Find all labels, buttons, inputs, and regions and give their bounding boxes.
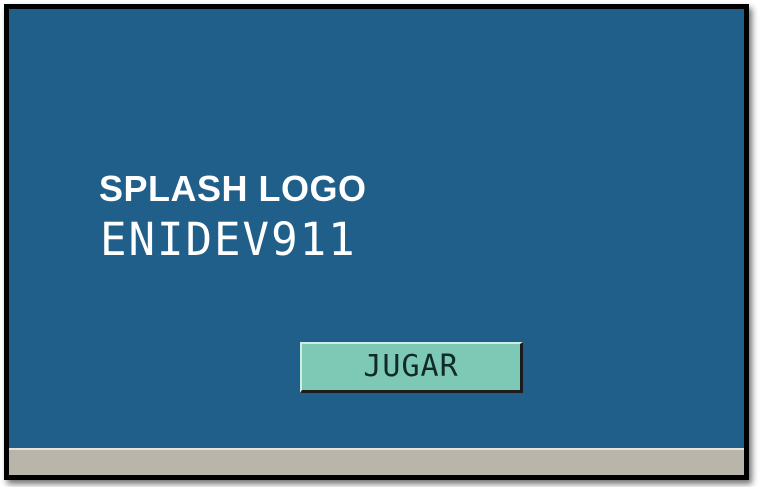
bottom-bar: [9, 448, 744, 475]
splash-title: SPLASH LOGO: [99, 168, 367, 209]
splash-subtitle: ENIDEV911: [100, 213, 357, 266]
play-button-label: JUGAR: [363, 349, 459, 384]
game-window: SPLASH LOGO ENIDEV911 JUGAR: [4, 4, 749, 480]
play-button[interactable]: JUGAR: [300, 342, 523, 393]
